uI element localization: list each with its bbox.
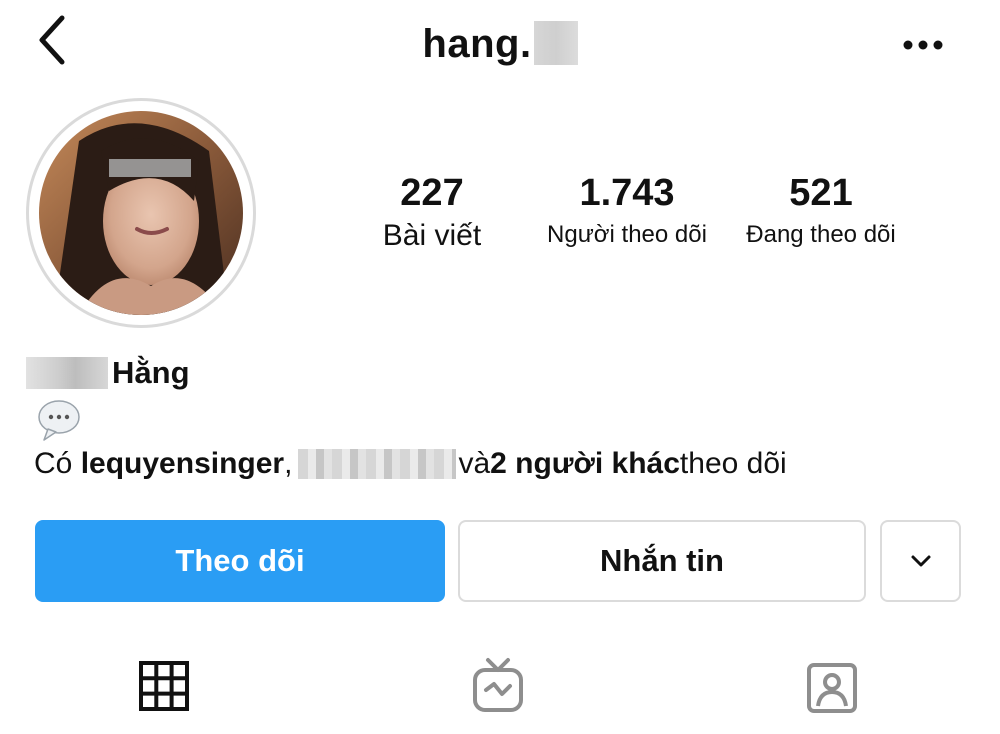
avatar-ring[interactable] <box>26 98 256 328</box>
following-label: Đang theo dõi <box>746 221 896 248</box>
followed-by-text[interactable]: Có lequyensinger, và 2 người khác theo d… <box>34 444 787 484</box>
followed-by-suffix: theo dõi <box>679 447 787 480</box>
followed-by-user[interactable]: lequyensinger <box>81 444 284 484</box>
suggested-accounts-button[interactable] <box>880 520 961 602</box>
message-button[interactable]: Nhắn tin <box>458 520 866 602</box>
stat-following[interactable]: 521 Đang theo dõi <box>728 170 914 250</box>
tagged-icon <box>807 663 857 713</box>
following-count: 521 <box>789 172 853 214</box>
top-nav-bar: hang. <box>0 0 1000 90</box>
profile-name-row: Hằng <box>26 352 190 394</box>
followers-label: Người theo dõi <box>547 221 707 248</box>
tab-posts-grid[interactable] <box>134 656 194 716</box>
tab-tagged[interactable] <box>802 656 862 716</box>
message-button-label: Nhắn tin <box>600 543 724 578</box>
avatar[interactable] <box>39 111 243 315</box>
profile-username-title: hang. <box>0 18 1000 70</box>
igtv-icon <box>473 658 523 712</box>
followed-by-censor-block <box>298 449 457 479</box>
chevron-down-icon <box>911 555 930 567</box>
name-censor-block <box>26 357 108 389</box>
posts-label: Bài viết <box>382 219 482 252</box>
username-censor-block <box>533 21 578 65</box>
stat-followers[interactable]: 1.743 Người theo dõi <box>532 170 722 250</box>
followed-by-and: và <box>458 447 491 480</box>
stat-posts: 227 Bài viết <box>360 170 504 254</box>
followed-by-prefix: Có <box>34 447 73 480</box>
avatar-photo <box>39 111 243 315</box>
more-options-button[interactable] <box>898 30 948 60</box>
followers-count: 1.743 <box>579 172 675 214</box>
grid-icon <box>139 661 189 711</box>
speech-bubble-icon <box>38 400 80 441</box>
username-text: hang. <box>422 22 532 66</box>
followed-by-others[interactable]: 2 người khác <box>490 444 680 484</box>
posts-count: 227 <box>400 172 464 214</box>
followed-by-separator: , <box>284 447 293 480</box>
profile-name: Hằng <box>112 355 190 390</box>
follow-button-label: Theo dõi <box>175 543 305 578</box>
follow-button[interactable]: Theo dõi <box>35 520 445 602</box>
more-horizontal-icon <box>903 40 943 50</box>
tab-igtv[interactable] <box>468 656 528 716</box>
